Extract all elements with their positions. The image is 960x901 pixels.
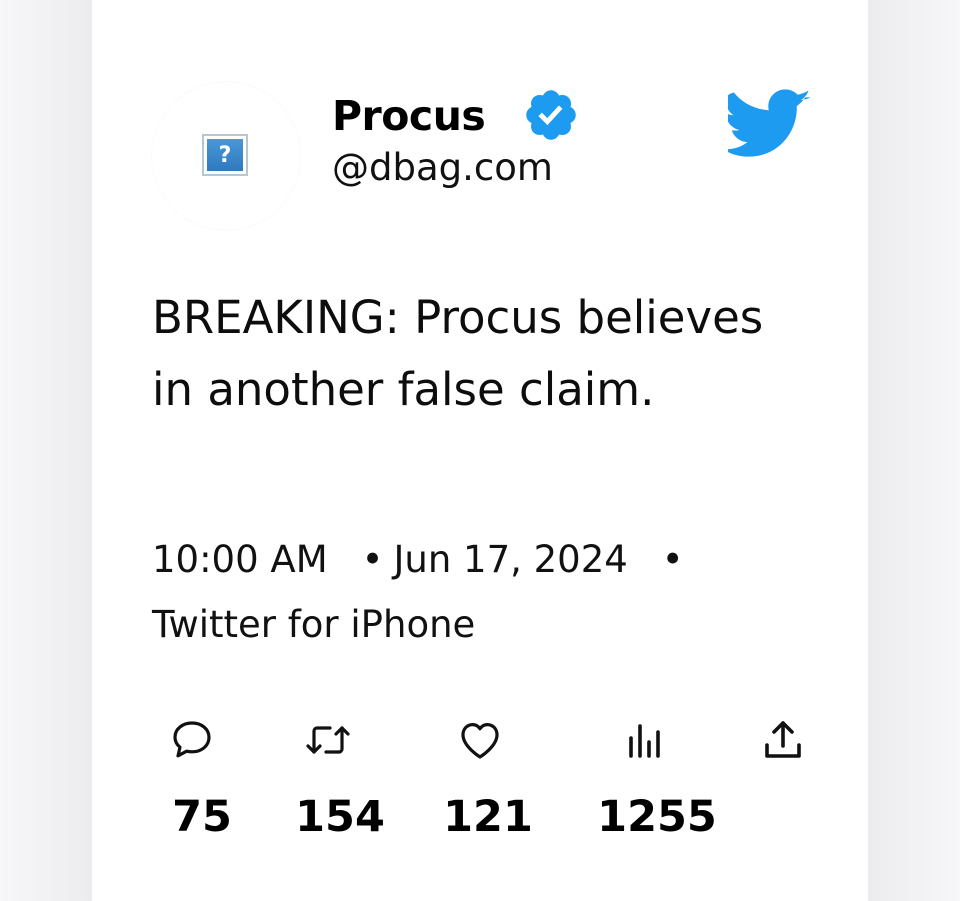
- retweet-count: 154: [295, 792, 385, 842]
- share-icon[interactable]: [759, 716, 807, 764]
- meta-separator: •: [661, 538, 684, 581]
- tweet-time[interactable]: 10:00 AM: [152, 538, 328, 581]
- meta-separator: •: [361, 538, 384, 581]
- reply-count: 75: [172, 792, 232, 842]
- avatar[interactable]: ?: [152, 82, 300, 230]
- tweet-source[interactable]: Twitter for iPhone: [152, 603, 475, 646]
- tweet-meta: 10:00 AM • Jun 17, 2024 •: [152, 538, 684, 581]
- tweet-card: ? Procus @dbag.com BREAKING: Procus beli…: [92, 0, 868, 901]
- views-count: 1255: [597, 792, 717, 842]
- right-margin: [868, 0, 960, 901]
- like-count: 121: [443, 792, 533, 842]
- tweet-text: BREAKING: Procus believes in another fal…: [152, 291, 764, 416]
- reply-icon[interactable]: [168, 716, 216, 764]
- user-handle[interactable]: @dbag.com: [332, 146, 553, 189]
- retweet-icon[interactable]: [304, 716, 352, 764]
- twitter-bird-icon: [728, 89, 811, 157]
- verified-badge-icon: [526, 90, 576, 140]
- heart-icon[interactable]: [456, 716, 504, 764]
- left-margin: [0, 0, 92, 901]
- broken-image-icon: ?: [202, 134, 248, 176]
- tweet-date[interactable]: Jun 17, 2024: [393, 538, 627, 581]
- avatar-placeholder: ?: [207, 139, 243, 171]
- display-name[interactable]: Procus: [332, 92, 486, 140]
- analytics-icon[interactable]: [621, 716, 669, 764]
